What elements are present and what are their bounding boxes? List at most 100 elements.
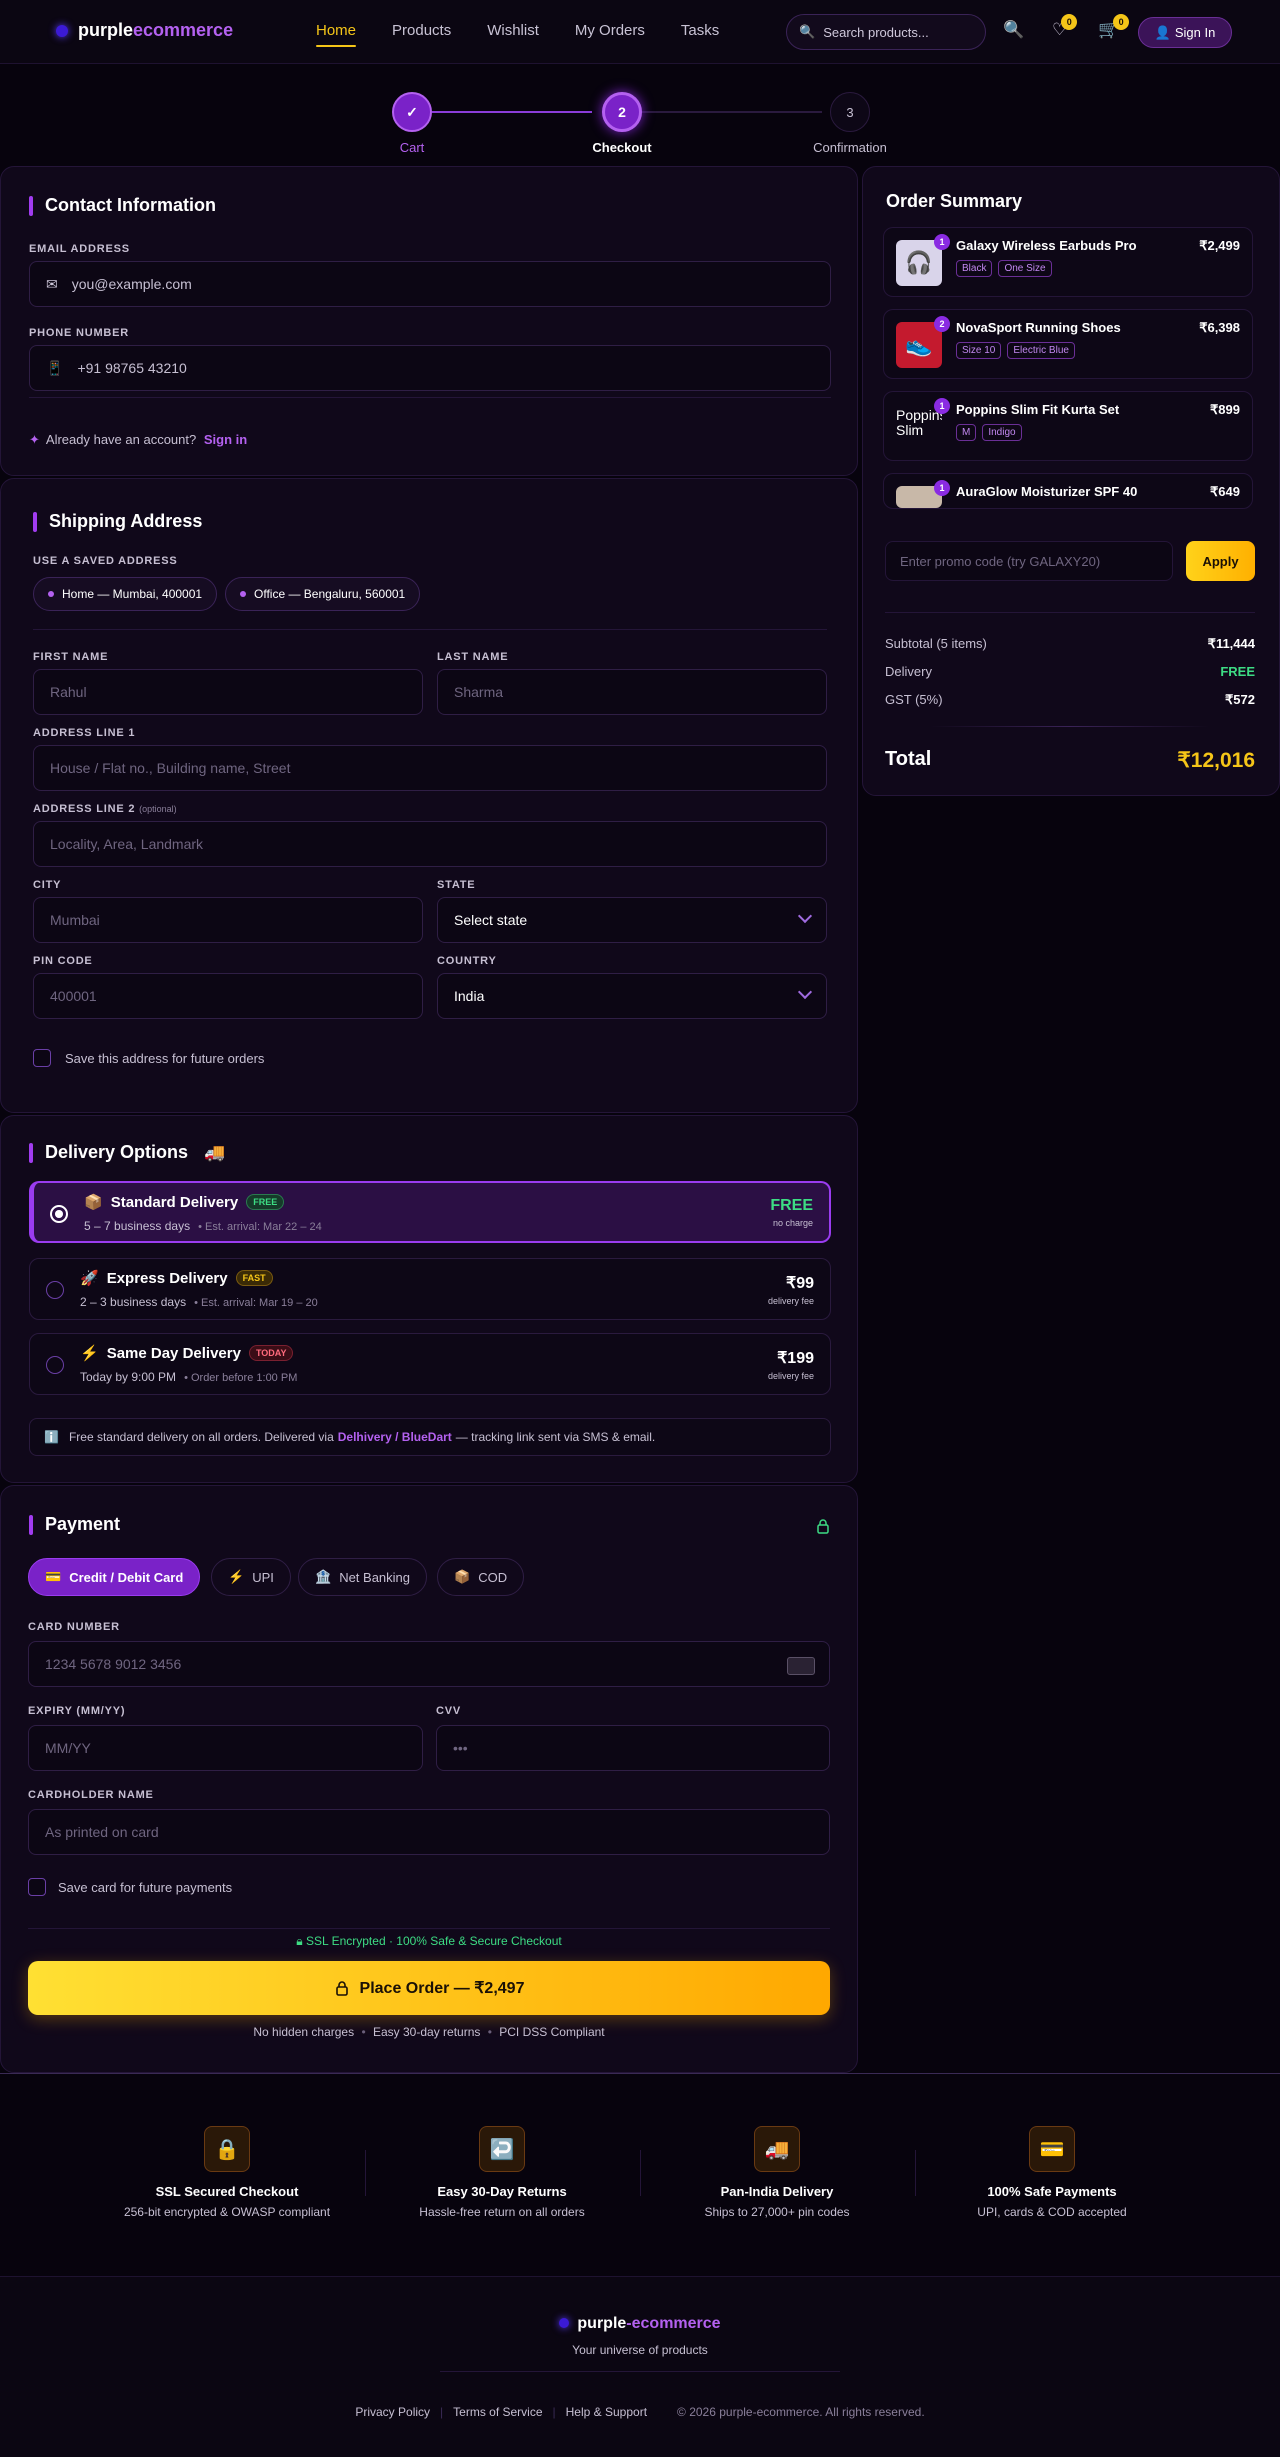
nav-home[interactable]: Home <box>316 22 357 47</box>
summary-item[interactable]: 1 AuraGlow Moisturizer SPF 40 ₹649 <box>883 473 1253 509</box>
summary-item[interactable]: 👟 2 NovaSport Running Shoes ₹6,398 Size … <box>883 309 1253 379</box>
promo-code-input[interactable]: Enter promo code (try GALAXY20) <box>885 541 1173 581</box>
item-price: ₹6,398 <box>1199 320 1240 335</box>
saved-address-office[interactable]: Office — Bengaluru, 560001 <box>225 577 421 611</box>
delivery-option-express[interactable]: 🚀 Express Delivery FAST 2 – 3 business day… <box>29 1258 831 1320</box>
delivery-option-standard[interactable]: 📦 Standard Delivery FREE 5 – 7 business da… <box>29 1181 831 1243</box>
divider <box>915 2150 916 2196</box>
search-icon: 🔍 <box>799 24 816 39</box>
brand-logo[interactable]: purpleecommerce <box>56 20 233 41</box>
truck-icon: 🚚 <box>204 1142 226 1162</box>
privacy-link[interactable]: Privacy Policy <box>355 2405 430 2419</box>
gst-row: GST (5%) ₹572 <box>885 692 1255 707</box>
sparkle-icon: ✦ <box>29 432 40 447</box>
contact-sign-in-link[interactable]: Sign in <box>204 432 247 447</box>
country-select[interactable]: India <box>437 973 827 1019</box>
courier-link[interactable]: Delhivery / BlueDart <box>338 1430 452 1444</box>
apply-promo-button[interactable]: Apply <box>1186 541 1255 581</box>
step-confirmation-label: Confirmation <box>813 140 887 155</box>
fast-badge: FAST <box>235 1270 273 1286</box>
brand-name-a: purple <box>78 20 134 40</box>
radio-unselected[interactable] <box>46 1281 64 1299</box>
nav-my-orders[interactable]: My Orders <box>575 22 645 39</box>
rocket-icon: 🚀 <box>80 1270 99 1287</box>
section-divider <box>0 2073 1280 2074</box>
city-field[interactable]: Mumbai <box>33 897 423 943</box>
check-icon: ✓ <box>406 103 418 120</box>
lock-icon <box>817 1519 829 1534</box>
state-select[interactable]: Select state <box>437 897 827 943</box>
first-name-field[interactable]: Rahul <box>33 669 423 715</box>
address1-field[interactable]: House / Flat no., Building name, Street <box>33 745 827 791</box>
footer-tagline: Your universe of products <box>572 2343 708 2357</box>
wishlist-count-badge: 0 <box>1061 14 1078 30</box>
expiry-field[interactable]: MM/YY <box>28 1725 423 1771</box>
email-placeholder: you@example.com <box>71 276 192 292</box>
divider <box>365 2150 366 2196</box>
item-name: AuraGlow Moisturizer SPF 40 <box>956 484 1138 499</box>
nav-wishlist[interactable]: Wishlist <box>487 22 539 39</box>
footer-brand[interactable]: purple-ecommerce <box>0 2315 1280 2333</box>
checkout-stepper: ✓ 2 3 Cart Checkout Confirmation <box>0 82 1280 155</box>
bank-icon: 🏦 <box>315 1569 332 1584</box>
step-cart-label[interactable]: Cart <box>352 140 472 155</box>
tab-upi[interactable]: ⚡ UPI <box>211 1558 291 1596</box>
summary-item[interactable]: Poppins Slim 1 Poppins Slim Fit Kurta Se… <box>883 391 1253 461</box>
saved-address-label: USE A SAVED ADDRESS <box>33 555 178 567</box>
search-input[interactable]: 🔍 Search products... <box>786 14 986 50</box>
lightning-icon: ⚡ <box>228 1569 245 1584</box>
email-label: EMAIL ADDRESS <box>29 243 130 255</box>
divider <box>640 2150 641 2196</box>
radio-selected[interactable] <box>50 1205 68 1223</box>
saved-address-home[interactable]: Home — Mumbai, 400001 <box>33 577 218 611</box>
delivery-option-same-day[interactable]: ⚡ Same Day Delivery TODAY Today by 9:00 PM… <box>29 1333 831 1395</box>
nav-tasks[interactable]: Tasks <box>681 22 719 39</box>
step-cart-circle[interactable]: ✓ <box>392 92 432 132</box>
feature-payments: 💳 100% Safe Payments UPI, cards & COD acce… <box>932 2126 1172 2219</box>
option-price: FREE <box>770 1197 813 1214</box>
cvv-field[interactable]: ••• <box>436 1725 830 1771</box>
tab-net-banking[interactable]: 🏦 Net Banking <box>298 1558 428 1596</box>
save-card-label: Save card for future payments <box>58 1880 233 1895</box>
country-label: COUNTRY <box>437 955 497 967</box>
lock-icon: 🔒 <box>204 2126 250 2172</box>
pin-field[interactable]: 400001 <box>33 973 423 1019</box>
sign-in-button[interactable]: 👤 Sign In <box>1138 17 1232 48</box>
account-prompt: ✦ Already have an account? Sign in <box>29 432 248 447</box>
step-checkout-num: 2 <box>618 104 626 120</box>
shipping-card: Shipping Address USE A SAVED ADDRESS Hom… <box>0 478 858 1113</box>
logo-icon <box>559 2318 570 2328</box>
radio-unselected[interactable] <box>46 1356 64 1374</box>
save-card-checkbox[interactable] <box>28 1878 46 1896</box>
save-address-checkbox[interactable] <box>33 1049 51 1067</box>
nav-products[interactable]: Products <box>392 22 451 39</box>
summary-item[interactable]: 🎧 1 Galaxy Wireless Earbuds Pro ₹2,499 B… <box>883 227 1253 297</box>
phone-field[interactable]: 📱 +91 98765 43210 <box>29 345 831 391</box>
step-confirmation-num: 3 <box>846 104 854 120</box>
card-number-field[interactable]: 1234 5678 9012 3456 <box>28 1641 830 1687</box>
address2-field[interactable]: Locality, Area, Landmark <box>33 821 827 867</box>
search-button-icon[interactable]: 🔍 <box>1003 20 1024 40</box>
email-field[interactable]: ✉ you@example.com <box>29 261 831 307</box>
free-badge: FREE <box>246 1194 285 1210</box>
cart-icon[interactable]: 🛒 0 <box>1098 14 1130 40</box>
last-name-field[interactable]: Sharma <box>437 669 827 715</box>
feature-returns: ↩️ Easy 30-Day Returns Hassle-free return … <box>382 2126 622 2219</box>
today-badge: TODAY <box>248 1345 294 1361</box>
terms-link[interactable]: Terms of Service <box>453 2405 542 2419</box>
phone-placeholder: +91 98765 43210 <box>77 360 187 376</box>
chevron-down-icon <box>797 908 813 924</box>
tab-cod[interactable]: 📦 COD <box>437 1558 525 1596</box>
help-link[interactable]: Help & Support <box>566 2405 647 2419</box>
place-order-button[interactable]: Place Order — ₹2,497 <box>28 1961 830 2015</box>
item-name: Poppins Slim Fit Kurta Set <box>956 402 1120 417</box>
divider <box>28 1928 830 1929</box>
divider <box>29 397 831 398</box>
wishlist-icon[interactable]: ♡ 0 <box>1052 14 1078 40</box>
truck-icon: 🚚 <box>754 2126 800 2172</box>
footer-links: Privacy Policy | Terms of Service | Help & S… <box>355 2405 925 2419</box>
cardholder-field[interactable]: As printed on card <box>28 1809 830 1855</box>
step-checkout-circle: 2 <box>602 92 642 132</box>
divider <box>885 612 1255 613</box>
tab-card[interactable]: 💳 Credit / Debit Card <box>28 1558 201 1596</box>
